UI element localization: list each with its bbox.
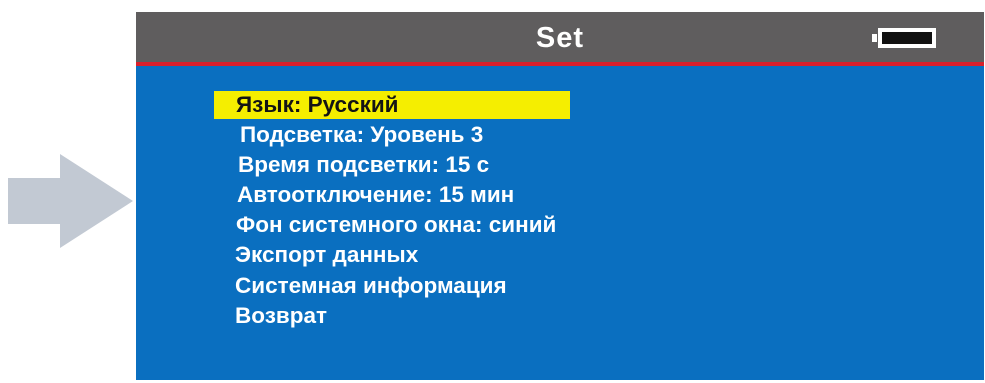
menu-item-window-background[interactable]: Фон системного окна: синий: [236, 211, 556, 239]
menu-item-backlight-time[interactable]: Время подсветки: 15 с: [238, 151, 489, 179]
menu-item-backlight[interactable]: Подсветка: Уровень 3: [240, 121, 483, 149]
settings-menu: Язык: Русский Подсветка: Уровень 3 Время…: [136, 12, 984, 380]
device-screen: Set Язык: Русский Подсветка: Уровень 3 В…: [136, 12, 984, 380]
menu-item-data-export[interactable]: Экспорт данных: [235, 241, 418, 269]
menu-item-return[interactable]: Возврат: [235, 302, 327, 330]
menu-item-system-info[interactable]: Системная информация: [235, 272, 507, 300]
arrow-right-icon: [8, 154, 133, 248]
menu-item-language[interactable]: Язык: Русский: [214, 91, 570, 119]
menu-item-auto-off[interactable]: Автоотключение: 15 мин: [237, 181, 514, 209]
